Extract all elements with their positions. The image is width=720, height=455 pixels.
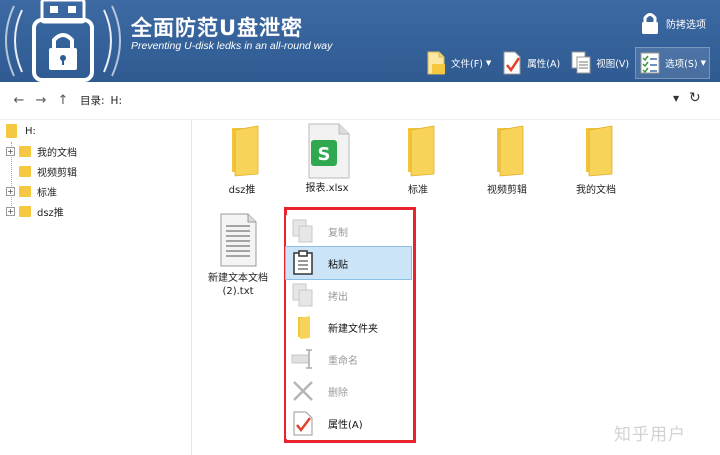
- menu-item-label: 新建文件夹: [328, 323, 378, 335]
- file-item[interactable]: S 报表.xlsx: [290, 122, 364, 195]
- properties-button[interactable]: 属性(A): [498, 48, 563, 78]
- tree-item-label: dsz推: [37, 207, 64, 219]
- tree-item-label: 我的文档: [37, 147, 77, 159]
- properties-label: 属性(A): [527, 59, 561, 70]
- file-item[interactable]: 视频剪辑: [470, 124, 544, 197]
- folder-icon: [214, 124, 270, 180]
- file-item[interactable]: dsz推: [205, 124, 279, 197]
- refresh-icon[interactable]: ↻: [689, 90, 701, 106]
- tree-item-standard[interactable]: + 标准: [6, 182, 57, 200]
- app-subtitle: Preventing U-disk ledks in an all-round …: [131, 40, 333, 52]
- app-title: 全面防范U盘泄密: [131, 16, 304, 40]
- back-arrow-icon[interactable]: ←: [8, 93, 30, 108]
- properties-icon: [503, 51, 521, 75]
- chevron-down-icon: ▼: [700, 59, 706, 67]
- export-icon: [292, 283, 313, 307]
- folder-icon: [6, 124, 17, 138]
- menu-item-label: 删除: [328, 387, 348, 399]
- menu-item-label: 粘贴: [328, 259, 348, 271]
- tree-item-label: 视频剪辑: [37, 167, 77, 179]
- folder-tree: H: + 我的文档 视频剪辑 + 标准 + dsz推: [0, 120, 192, 455]
- watermark: 知乎用户: [614, 425, 686, 445]
- view-button[interactable]: 视图(V): [567, 48, 632, 78]
- usb-lock-icon: [0, 0, 130, 82]
- toolbar: 文件(F) ▼ 属性(A) 视图(V) 选项(S) ▼: [422, 46, 720, 80]
- folder-icon: [19, 185, 31, 197]
- address-input[interactable]: H:: [111, 95, 122, 107]
- menu-item-label: 重命名: [328, 355, 358, 367]
- up-arrow-icon[interactable]: ↑: [52, 93, 74, 108]
- folder-icon: [390, 124, 446, 180]
- copy-icon: [292, 219, 313, 243]
- file-item[interactable]: 标准: [381, 124, 455, 197]
- expand-icon[interactable]: +: [6, 186, 15, 196]
- file-item[interactable]: 新建文本文档 (2).txt: [201, 212, 275, 298]
- folder-icon: [19, 165, 31, 177]
- delete-icon: [293, 381, 313, 401]
- tree-root-drive[interactable]: H:: [6, 124, 36, 138]
- expand-icon[interactable]: +: [6, 206, 15, 216]
- context-menu: 复制 粘贴 拷出 新建文件夹 重命名 删除 属性(A): [285, 215, 412, 439]
- svg-text:S: S: [318, 144, 331, 165]
- copy-protect-options-label: 防拷选项: [666, 19, 706, 31]
- file-item[interactable]: 我的文档: [559, 124, 633, 197]
- view-icon: [571, 51, 591, 74]
- menu-item-copy[interactable]: 复制: [286, 215, 411, 247]
- folder-icon: [568, 124, 624, 180]
- tree-item-label: 标准: [37, 187, 57, 199]
- properties-icon: [293, 411, 313, 436]
- menu-item-properties[interactable]: 属性(A): [286, 407, 411, 439]
- address-label: 目录:: [80, 95, 105, 107]
- spreadsheet-icon: S: [299, 122, 355, 179]
- tree-root-label: H:: [25, 125, 36, 137]
- paste-icon: [293, 250, 313, 275]
- file-name: 标准: [408, 185, 428, 196]
- tree-item-my-documents[interactable]: + 我的文档: [6, 142, 77, 160]
- padlock-icon: [642, 13, 658, 34]
- file-list: dsz推 S 报表.xlsx 标准 视频剪辑 我的文档 新建文本文档 (2).t…: [192, 120, 720, 455]
- file-name: 新建文本文档 (2).txt: [208, 273, 268, 297]
- new-folder-icon: [298, 316, 310, 339]
- address-bar: ← → ↑ 目录: H: ▼ ↻: [0, 82, 720, 120]
- menu-item-new-folder[interactable]: 新建文件夹: [286, 311, 411, 343]
- file-name: 视频剪辑: [487, 185, 527, 196]
- folder-icon: [479, 124, 535, 180]
- text-file-icon: [210, 212, 266, 268]
- menu-item-label: 拷出: [328, 291, 348, 303]
- expand-icon[interactable]: +: [6, 146, 15, 156]
- rename-icon: [291, 349, 312, 369]
- file-name: 报表.xlsx: [305, 183, 349, 194]
- checklist-icon: [640, 52, 660, 74]
- forward-arrow-icon[interactable]: →: [30, 93, 52, 108]
- file-menu-label: 文件(F): [451, 59, 483, 70]
- tree-item-dsz[interactable]: + dsz推: [6, 202, 64, 220]
- menu-item-export[interactable]: 拷出: [286, 279, 411, 311]
- folder-icon: [19, 145, 31, 157]
- file-icon: [427, 51, 445, 75]
- menu-item-label: 复制: [328, 227, 348, 239]
- menu-item-delete[interactable]: 删除: [286, 375, 411, 407]
- menu-item-rename[interactable]: 重命名: [286, 343, 411, 375]
- file-menu-button[interactable]: 文件(F) ▼: [422, 48, 494, 78]
- folder-icon: [19, 205, 31, 217]
- menu-item-label: 属性(A): [328, 419, 363, 431]
- tree-item-video-editing[interactable]: 视频剪辑: [6, 162, 77, 180]
- file-name: dsz推: [228, 185, 256, 196]
- options-menu-label: 选项(S): [665, 59, 698, 70]
- chevron-down-icon: ▼: [485, 59, 492, 67]
- copy-protect-options-button[interactable]: 防拷选项: [640, 12, 718, 34]
- address-dropdown-icon[interactable]: ▼: [673, 94, 679, 103]
- app-header: 全面防范U盘泄密 Preventing U-disk ledks in an a…: [0, 0, 720, 82]
- menu-item-paste[interactable]: 粘贴: [285, 246, 412, 280]
- view-label: 视图(V): [596, 59, 630, 70]
- options-menu-button[interactable]: 选项(S) ▼: [635, 47, 710, 79]
- file-name: 我的文档: [576, 185, 616, 196]
